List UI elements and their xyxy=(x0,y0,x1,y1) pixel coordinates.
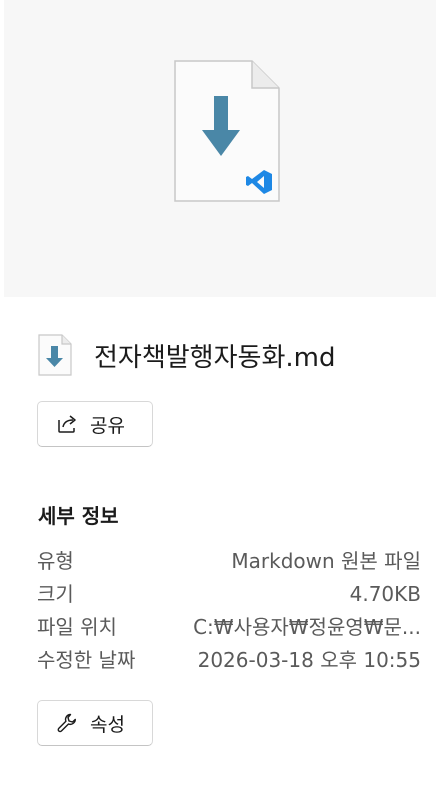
details-section-title: 세부 정보 xyxy=(38,504,119,528)
detail-value[interactable]: C:₩사용자₩정윤영₩문... xyxy=(193,612,421,645)
detail-label: 유형 xyxy=(37,549,74,573)
properties-button[interactable]: 속성 xyxy=(37,700,153,746)
detail-label: 크기 xyxy=(37,582,74,606)
share-icon xyxy=(58,415,76,433)
download-file-icon xyxy=(38,334,72,376)
detail-value: Markdown 원본 파일 xyxy=(231,549,421,573)
detail-label: 수정한 날짜 xyxy=(37,648,136,672)
detail-value: 4.70KB xyxy=(349,582,421,606)
detail-row-size: 크기 4.70KB xyxy=(37,579,421,612)
detail-value: 2026-03-18 오후 10:55 xyxy=(197,648,421,672)
share-button[interactable]: 공유 xyxy=(37,401,153,447)
properties-button-label: 속성 xyxy=(90,713,125,736)
detail-row-modified: 수정한 날짜 2026-03-18 오후 10:55 xyxy=(37,645,421,678)
detail-row-type: 유형 Markdown 원본 파일 xyxy=(37,546,421,579)
wrench-icon xyxy=(57,713,76,733)
share-button-label: 공유 xyxy=(90,414,125,437)
file-name: 전자책발행자동화.md xyxy=(94,342,336,373)
file-header: 전자책발행자동화.md xyxy=(38,334,335,376)
detail-label: 파일 위치 xyxy=(37,615,117,639)
markdown-file-vscode-icon xyxy=(174,60,280,202)
details-list: 유형 Markdown 원본 파일 크기 4.70KB 파일 위치 C:₩사용자… xyxy=(37,546,421,678)
detail-row-location: 파일 위치 C:₩사용자₩정윤영₩문... xyxy=(37,612,421,645)
